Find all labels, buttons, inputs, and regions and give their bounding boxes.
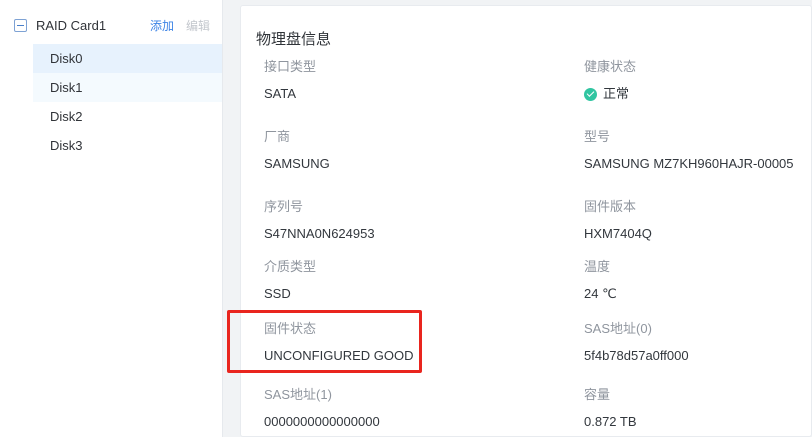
field-value: SAMSUNG MZ7KH960HAJR-00005 [584,156,812,172]
sidebar-item-disk1[interactable]: Disk1 [33,73,222,102]
field-health-status: 健康状态 正常 [584,59,812,102]
field-value: 0000000000000000 [264,414,564,430]
field-label: 健康状态 [584,59,812,75]
field-value: 5f4b78d57a0ff000 [584,348,812,364]
collapse-icon[interactable] [14,19,27,32]
field-serial-number: 序列号 S47NNA0N624953 [264,199,564,242]
sidebar-item-disk2[interactable]: Disk2 [33,102,222,131]
field-sas-address-1: SAS地址(1) 0000000000000000 [264,387,564,430]
field-value: UNCONFIGURED GOOD [264,348,564,364]
field-vendor: 厂商 SAMSUNG [264,129,564,172]
field-value: HXM7404Q [584,226,812,242]
check-circle-icon [584,88,597,101]
disk-list: Disk0 Disk1 Disk2 Disk3 [0,44,222,160]
field-value: SSD [264,286,564,302]
field-label: 厂商 [264,129,564,145]
tree-root-label: RAID Card1 [36,18,150,33]
field-interface-type: 接口类型 SATA [264,59,564,102]
add-button[interactable]: 添加 [150,17,174,34]
field-label: 序列号 [264,199,564,215]
status-badge: 正常 [584,86,812,102]
field-label: 固件状态 [264,321,564,337]
field-sas-address-0: SAS地址(0) 5f4b78d57a0ff000 [584,321,812,364]
field-model: 型号 SAMSUNG MZ7KH960HAJR-00005 [584,129,812,172]
field-label: 介质类型 [264,259,564,275]
device-tree-sidebar: RAID Card1 添加 编辑 Disk0 Disk1 Disk2 Disk3 [0,0,223,437]
field-value: 0.872 TB [584,414,812,430]
field-label: 固件版本 [584,199,812,215]
field-label: 温度 [584,259,812,275]
tree-root-raid-card1[interactable]: RAID Card1 添加 编辑 [0,10,222,40]
field-label: SAS地址(1) [264,387,564,403]
field-media-type: 介质类型 SSD [264,259,564,302]
field-value: SATA [264,86,564,102]
field-capacity: 容量 0.872 TB [584,387,812,430]
page-title: 物理盘信息 [256,28,331,49]
field-label: 容量 [584,387,812,403]
sidebar-item-disk0[interactable]: Disk0 [33,44,222,73]
field-value: 正常 [603,86,629,102]
field-value: SAMSUNG [264,156,564,172]
field-value: 24 ℃ [584,286,812,302]
field-temperature: 温度 24 ℃ [584,259,812,302]
field-firmware-version: 固件版本 HXM7404Q [584,199,812,242]
physical-disk-info-panel: 物理盘信息 接口类型 SATA 健康状态 正常 厂商 SAMSUNG 型号 SA… [240,5,812,437]
field-label: SAS地址(0) [584,321,812,337]
sidebar-item-disk3[interactable]: Disk3 [33,131,222,160]
field-label: 型号 [584,129,812,145]
field-firmware-state: 固件状态 UNCONFIGURED GOOD [264,321,564,364]
field-label: 接口类型 [264,59,564,75]
edit-button[interactable]: 编辑 [186,17,210,34]
field-value: S47NNA0N624953 [264,226,564,242]
